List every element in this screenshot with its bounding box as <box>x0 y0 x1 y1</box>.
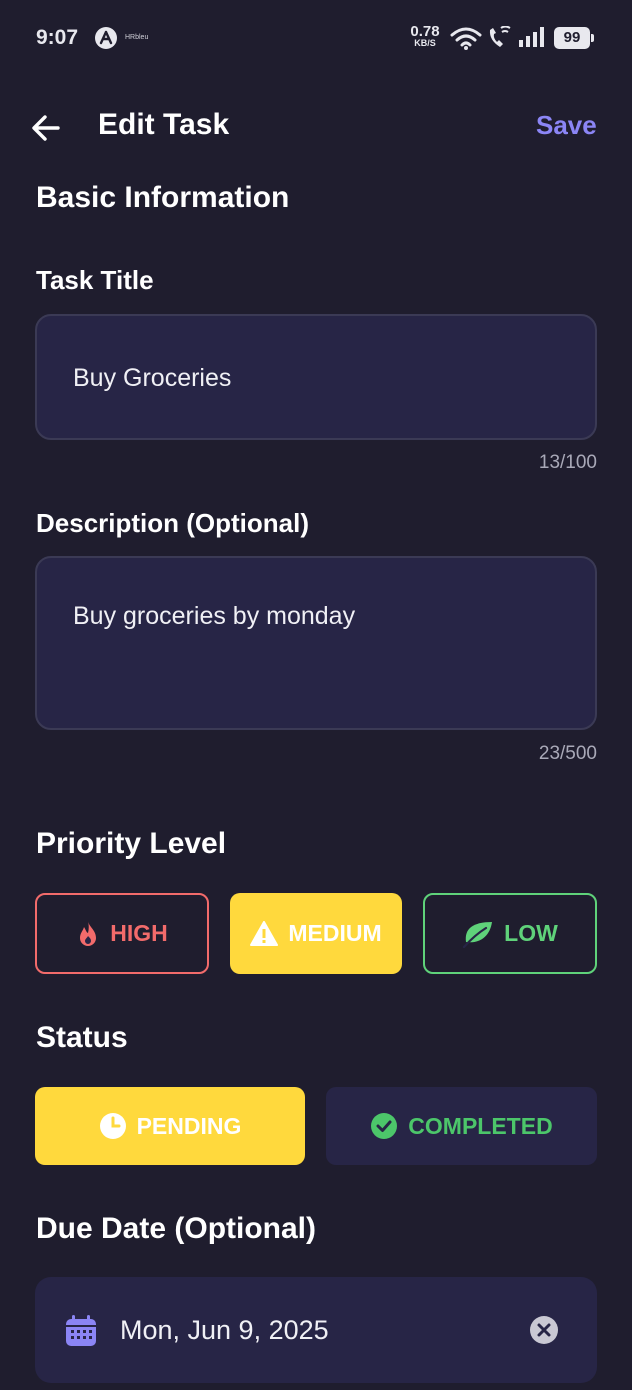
task-title-value: Buy Groceries <box>73 364 232 392</box>
signal-icon <box>518 26 546 53</box>
wifi-calling-icon <box>486 25 512 55</box>
network-speed-unit: KB/S <box>414 38 436 48</box>
clear-icon <box>530 1316 558 1344</box>
task-title-input[interactable]: Buy Groceries <box>35 314 597 440</box>
status-completed-button[interactable]: COMPLETED <box>326 1087 597 1165</box>
network-speed-value: 0.78 <box>410 23 440 40</box>
back-button[interactable] <box>28 110 64 146</box>
due-date-value: Mon, Jun 9, 2025 <box>120 1315 329 1345</box>
wifi-icon <box>450 26 482 55</box>
warning-icon <box>250 920 279 946</box>
flame-icon <box>80 920 97 946</box>
due-date-field[interactable]: Mon, Jun 9, 2025 <box>35 1277 597 1383</box>
priority-medium-label: MEDIUM <box>288 920 382 946</box>
page-title: Edit Task <box>98 108 230 141</box>
save-button[interactable]: Save <box>536 110 597 141</box>
clock-icon <box>99 1113 126 1139</box>
description-label: Description (Optional) <box>36 508 309 538</box>
back-arrow-icon <box>32 115 60 141</box>
description-input[interactable]: Buy groceries by monday <box>35 556 597 730</box>
status-heading: Status <box>36 1021 128 1054</box>
priority-high-button[interactable]: HIGH <box>35 893 209 974</box>
task-title-counter: 13/100 <box>538 452 597 473</box>
leaf-icon <box>463 921 493 948</box>
task-title-label: Task Title <box>36 265 154 295</box>
priority-low-button[interactable]: LOW <box>423 893 597 974</box>
status-mini-label: HRbleu <box>125 34 149 41</box>
battery-icon: 99 <box>554 27 590 49</box>
app-notification-icon <box>95 27 117 49</box>
clear-date-button[interactable] <box>529 1315 559 1345</box>
priority-level-heading: Priority Level <box>36 827 227 860</box>
status-completed-label: COMPLETED <box>408 1112 553 1139</box>
battery-tip <box>591 34 594 42</box>
network-speed: 0.78 KB/S <box>408 24 442 48</box>
check-circle-icon <box>371 1113 398 1139</box>
due-date-heading: Due Date (Optional) <box>36 1212 317 1245</box>
status-pending-button[interactable]: PENDING <box>35 1087 305 1165</box>
priority-low-label: LOW <box>504 920 558 946</box>
status-pending-label: PENDING <box>136 1112 242 1139</box>
basic-information-heading: Basic Information <box>36 181 290 214</box>
description-value: Buy groceries by monday <box>73 602 356 630</box>
priority-high-label: HIGH <box>110 920 168 946</box>
calendar-icon <box>66 1315 96 1346</box>
status-time: 9:07 <box>36 26 79 49</box>
description-counter: 23/500 <box>538 743 597 764</box>
priority-medium-button[interactable]: MEDIUM <box>230 893 402 974</box>
